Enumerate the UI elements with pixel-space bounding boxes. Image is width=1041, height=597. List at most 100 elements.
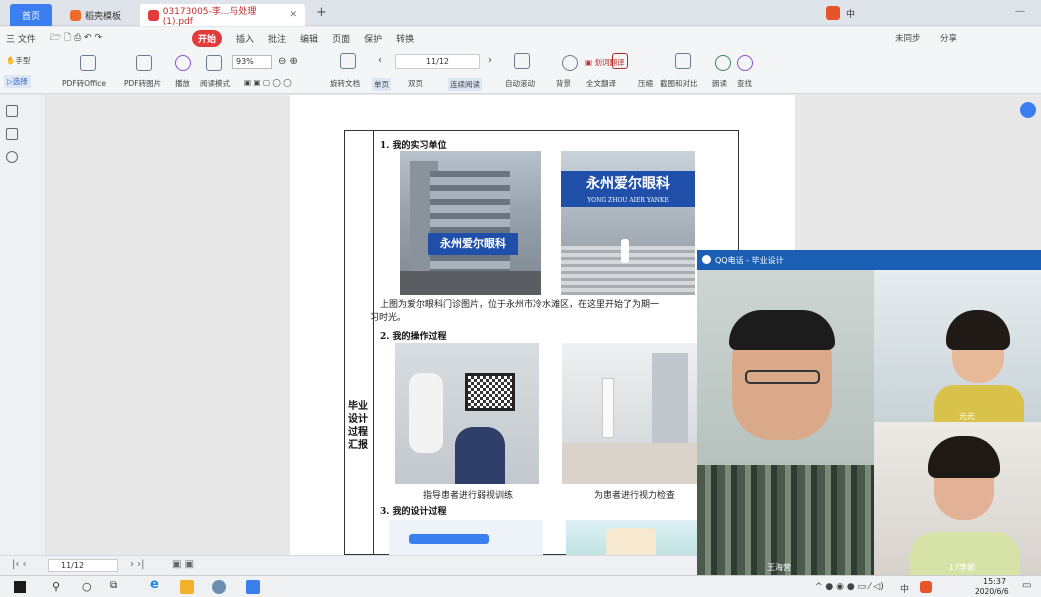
menu-page[interactable]: 页面 [332,32,350,45]
ime-indicator[interactable]: 中 [900,582,909,595]
zoom-out-in-icons[interactable]: ⊖ ⊕ [278,56,298,67]
video-participant-3[interactable] [874,422,1041,575]
design-chat-screenshot [389,520,543,555]
clinic-sign: 永州爱尔眼科 [428,233,518,255]
bottom-page-input[interactable]: 11/12 [48,559,118,572]
hand-tool[interactable]: ✋手型 [6,55,30,66]
sogou-tray-icon[interactable] [920,581,932,593]
tab-templates[interactable]: 稻壳模板 [62,4,132,26]
clock-date[interactable]: 2020/6/6 [975,587,1009,596]
clinic-building-photo: 永州爱尔眼科 [400,151,541,295]
menu-insert[interactable]: 插入 [236,32,254,45]
edge-browser-icon[interactable]: e [150,577,164,592]
entrance-sign-text: 永州爱尔眼科 [586,176,670,192]
ime-status-bar[interactable]: 中 [846,7,855,20]
auto-scroll-icon [514,53,530,69]
tab-home-label: 首页 [21,11,40,22]
entrance-sign: 永州爱尔眼科 YONG ZHOU AIER YANKE [561,171,695,207]
caller-name-2: 元元 [959,412,975,421]
background-button[interactable]: 背景 [556,78,571,89]
next-page-icon[interactable]: › [488,55,492,66]
new-tab-button[interactable]: + [316,5,327,20]
pdf-to-office-button[interactable]: PDF转Office [62,78,106,89]
annotation-icon[interactable] [6,151,18,163]
notification-center-icon[interactable]: ▭ [1022,580,1031,591]
search-icon[interactable]: ⚲ [52,580,66,594]
menu-annotate[interactable]: 批注 [268,32,286,45]
play-button[interactable]: 播放 [175,78,190,89]
read-mode-icon [206,55,222,71]
pdf-to-image-icon [136,55,152,71]
compress-icon [612,53,628,69]
tab-pdf-label: 03173005-李...与处理(1).pdf [162,6,257,27]
file-menu[interactable]: 三 文件 [6,32,36,45]
report-side-title: 毕业设计过程汇报 [348,401,368,451]
video-participant-2[interactable] [874,270,1041,422]
sogou-ime-icon[interactable] [826,6,840,20]
auto-scroll-button[interactable]: 自动滚动 [505,78,535,89]
menu-convert[interactable]: 转换 [396,32,414,45]
next-last-page-icons[interactable]: › ›| [130,559,145,570]
caller-name-3: 17李娜 [949,563,976,572]
pdf-to-image-button[interactable]: PDF转图片 [124,78,161,89]
assistant-float-icon[interactable] [1020,102,1036,118]
read-mode-button[interactable]: 阅读模式 [200,78,230,89]
task-view-icon[interactable]: ⧉ [110,580,124,594]
double-page-button[interactable]: 双页 [408,78,423,89]
menu-protect[interactable]: 保护 [364,32,382,45]
entrance-sign-subtext: YONG ZHOU AIER YANKE [587,197,669,204]
quick-access-icons[interactable]: 🗁 🗋 ⎙ ↶ ↷ [50,30,102,46]
windows-start-icon[interactable] [14,581,26,593]
clinic-entrance-photo: 永州爱尔眼科 YONG ZHOU AIER YANKE [561,151,695,295]
thumbnail-icon[interactable] [6,128,18,140]
pdf-to-office-icon [80,55,96,71]
continuous-read-button[interactable]: 连续阅读 [448,78,482,91]
share-button[interactable]: 分享 [940,32,957,44]
find-button[interactable]: 查找 [737,78,752,89]
first-prev-page-icons[interactable]: |‹ ‹ [12,559,27,570]
qq-taskbar-icon[interactable] [212,580,226,594]
fit-page-icons[interactable]: ▣ ▣ [172,559,194,570]
qq-logo-icon [702,255,711,264]
compress-button[interactable]: 压缩 [638,78,653,89]
clock-time[interactable]: 15:37 [983,577,1006,586]
section-heading-3: 3. 我的设计过程 [380,507,447,517]
system-tray-icons[interactable]: ^ ● ◉ ● ▭ ⁄ ◁) [815,582,884,592]
tab-home[interactable]: 首页 [10,4,52,26]
sync-status[interactable]: 未同步 [895,32,921,44]
rotate-document-button[interactable]: 旋转文档 [330,78,360,89]
intro-paragraph: 上图为爱尔眼科门诊图片，位于永州市冷水滩区，在这里开始了为期一 习时光。 [370,299,700,325]
section-heading-2: 2. 我的操作过程 [380,332,447,342]
find-icon [737,55,753,71]
page-number-input[interactable]: 11/12 [395,54,480,69]
close-tab-icon[interactable]: ✕ [289,10,297,20]
prev-page-icon[interactable]: ‹ [378,55,382,66]
menu-start[interactable]: 开始 [192,29,223,47]
read-aloud-icon [715,55,731,71]
windows-taskbar: ⚲ ○ ⧉ e ^ ● ◉ ● ▭ ⁄ ◁) 中 15:37 2020/6/6 … [0,575,1041,597]
menu-edit[interactable]: 编辑 [300,32,318,45]
cortana-icon[interactable]: ○ [82,580,96,594]
select-tool[interactable]: ▷选择 [4,75,31,88]
wps-taskbar-icon[interactable] [246,580,260,594]
tab-pdf-document[interactable]: 03173005-李...与处理(1).pdf ✕ [140,4,305,27]
select-tool-label: 选择 [12,77,28,86]
left-panel [0,95,46,555]
qq-video-call-window[interactable]: 王海营 元元 17李娜 [697,250,1041,575]
read-aloud-button[interactable]: 朗读 [712,78,727,89]
fit-view-icons[interactable]: ▣ ▣ ▢ ◯ ◯ [244,78,292,87]
screenshot-compare-button[interactable]: 截图和对比 [660,78,698,89]
qq-call-title-bar[interactable]: QQ电话 - 毕业设计 [697,250,1041,270]
background-icon [562,55,578,71]
caption-exam: 为患者进行视力检查 [594,491,676,501]
file-explorer-icon[interactable] [180,580,194,594]
ribbon-toolbar: ✋手型 ▷选择 PDF转Office PDF转图片 播放 阅读模式 93% ⊖ … [0,49,1041,94]
intro-paragraph-line2: 习时光。 [370,313,407,323]
single-page-button[interactable]: 单页 [372,78,391,91]
video-main-speaker[interactable] [697,270,874,575]
bookmark-icon[interactable] [6,105,18,117]
minimize-icon[interactable]: — [1015,6,1025,17]
zoom-select[interactable]: 93% [232,55,272,69]
full-translate-button[interactable]: 全文翻译 [586,78,616,89]
menu-bar: 三 文件 🗁 🗋 ⎙ ↶ ↷ 开始 插入 批注 编辑 页面 保护 转换 未同步 … [0,27,1041,49]
